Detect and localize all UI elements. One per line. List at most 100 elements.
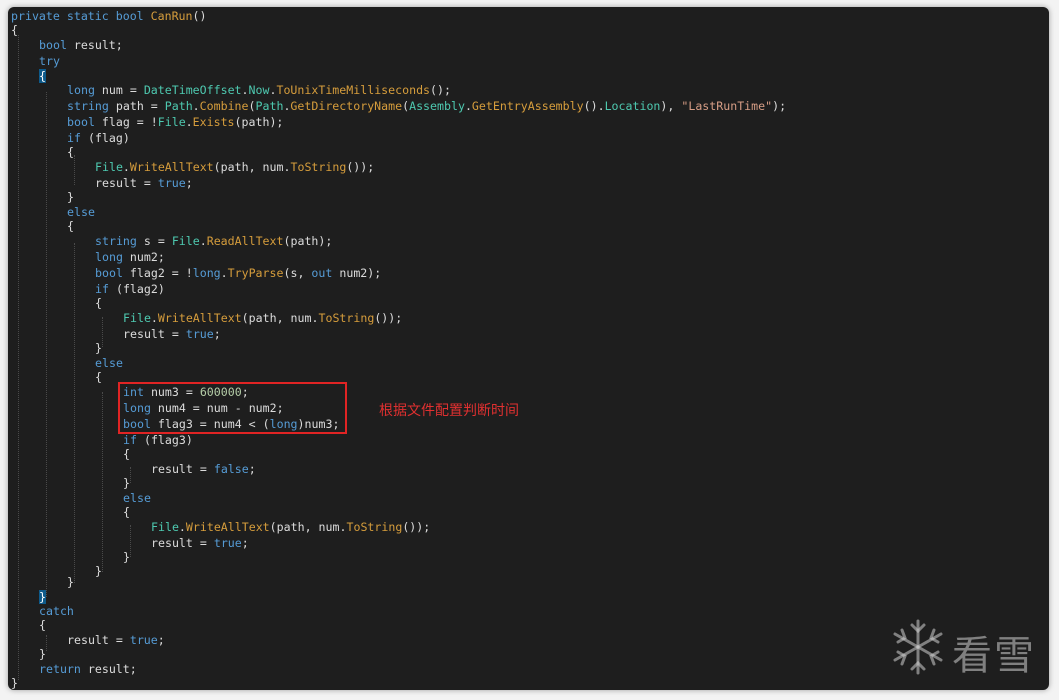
class-name: Assembly — [409, 99, 465, 113]
code-line[interactable]: { — [123, 504, 130, 520]
identifier: path — [290, 234, 319, 248]
indent-guide — [74, 155, 75, 185]
keyword: bool — [115, 9, 144, 23]
code-line[interactable]: long num2; — [95, 249, 165, 265]
code-line[interactable]: try — [39, 53, 60, 69]
keyword: static — [66, 9, 109, 23]
method-name: ToString — [346, 520, 403, 534]
identifier: path — [115, 99, 144, 113]
code-line[interactable]: result = true; — [123, 326, 221, 342]
identifier: path — [241, 115, 270, 129]
code-line[interactable]: { — [95, 295, 102, 311]
code-text: () — [192, 9, 207, 23]
identifier: flag2 — [129, 266, 165, 280]
code-line[interactable]: string s = File.ReadAllText(path); — [95, 233, 332, 249]
method-name: WriteAllText — [185, 520, 270, 534]
keyword: private — [11, 9, 60, 23]
code-line[interactable]: File.WriteAllText(path, num.ToString()); — [123, 310, 402, 326]
keyword: true — [129, 633, 158, 647]
keyword: try — [39, 54, 60, 68]
identifier: num2 — [339, 266, 368, 280]
code-line[interactable]: if (flag3) — [123, 432, 193, 448]
class-name: File — [123, 311, 151, 325]
identifier: path — [248, 311, 277, 325]
identifier: result — [95, 176, 137, 190]
watermark-text: 看雪 — [952, 633, 1036, 679]
code-line[interactable]: result = true; — [151, 535, 249, 551]
indent-guide — [46, 92, 47, 597]
code-line[interactable]: { — [123, 446, 130, 462]
identifier: path — [220, 160, 249, 174]
class-name: DateTimeOffset — [143, 83, 242, 97]
keyword: return — [39, 662, 81, 676]
code-line[interactable]: private static bool CanRun() — [11, 8, 207, 24]
class-name: File — [151, 520, 179, 534]
highlight-box — [118, 382, 347, 434]
identifier: path — [276, 520, 305, 534]
identifier: num — [262, 160, 284, 174]
keyword: out — [311, 266, 333, 280]
string-literal: "LastRunTime" — [681, 99, 773, 113]
indent-guide — [130, 525, 131, 557]
indent-guide — [130, 467, 131, 483]
code-line[interactable]: return result; — [39, 661, 137, 677]
method-name: WriteAllText — [157, 311, 242, 325]
keyword: long — [67, 83, 95, 97]
code-line[interactable]: File.WriteAllText(path, num.ToString()); — [151, 519, 430, 535]
method-name: GetDirectoryName — [290, 99, 403, 113]
brace-highlight: { — [39, 69, 46, 83]
code-line[interactable]: if (flag2) — [95, 281, 165, 297]
class-name: File — [157, 115, 186, 129]
method-name: TryParse — [227, 266, 284, 280]
keyword: true — [213, 536, 242, 550]
code-line[interactable]: if (flag) — [67, 130, 130, 146]
code-editor[interactable]: private static bool CanRun() { bool resu… — [8, 7, 1049, 690]
code-line[interactable]: } — [95, 563, 102, 579]
keyword: else — [67, 205, 95, 219]
code-line[interactable]: } — [11, 675, 18, 690]
identifier: num2 — [129, 250, 158, 264]
method-name: ToUnixTimeMilliseconds — [276, 83, 431, 97]
identifier: flag3 — [150, 433, 186, 447]
code-line[interactable]: } — [95, 340, 102, 356]
identifier: flag2 — [122, 282, 158, 296]
class-name: Path — [164, 99, 193, 113]
code-line[interactable]: bool flag = !File.Exists(path); — [67, 114, 283, 130]
keyword: if — [67, 131, 81, 145]
code-line[interactable]: result = false; — [151, 461, 256, 477]
indent-guide — [102, 317, 103, 347]
class-name: File — [171, 234, 200, 248]
method-name: ReadAllText — [206, 234, 284, 248]
method-name: ToString — [290, 160, 347, 174]
code-line[interactable]: { — [11, 22, 18, 38]
identifier: num — [318, 520, 340, 534]
code-line[interactable]: bool result; — [39, 37, 123, 53]
class-name: Location — [604, 99, 661, 113]
code-line[interactable]: { — [67, 218, 74, 234]
identifier: result — [123, 327, 165, 341]
code-line[interactable]: } — [67, 189, 74, 205]
method-name: ToString — [318, 311, 375, 325]
code-line[interactable]: { — [67, 144, 74, 160]
class-name: Path — [255, 99, 284, 113]
code-line[interactable]: File.WriteAllText(path, num.ToString()); — [95, 159, 374, 175]
code-line[interactable]: } — [123, 549, 130, 565]
keyword: else — [123, 491, 151, 505]
snowflake-icon — [893, 619, 943, 675]
keyword: false — [213, 462, 249, 476]
code-line[interactable]: } — [39, 646, 46, 662]
code-line[interactable]: result = true; — [95, 175, 193, 191]
method-name: CanRun — [150, 9, 193, 23]
code-line[interactable]: { — [39, 68, 46, 84]
code-line[interactable]: } — [67, 574, 74, 590]
identifier: s — [290, 266, 298, 280]
code-line[interactable]: result = true; — [67, 632, 165, 648]
code-line[interactable]: { — [39, 617, 46, 633]
identifier: result — [151, 462, 193, 476]
code-line[interactable]: string path = Path.Combine(Path.GetDirec… — [67, 98, 786, 114]
code-line[interactable]: } — [123, 475, 130, 491]
code-line[interactable]: long num = DateTimeOffset.Now.ToUnixTime… — [67, 82, 451, 98]
code-line[interactable]: { — [95, 369, 102, 385]
code-line[interactable]: bool flag2 = !long.TryParse(s, out num2)… — [95, 265, 381, 281]
keyword: if — [123, 433, 137, 447]
